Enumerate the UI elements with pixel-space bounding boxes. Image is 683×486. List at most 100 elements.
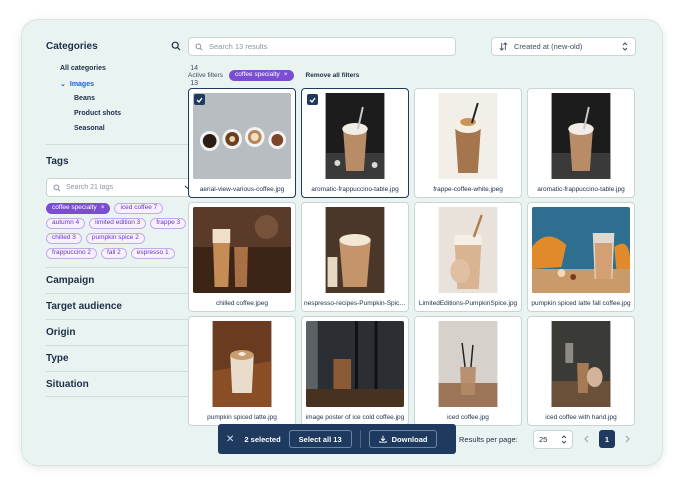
- tag-chip[interactable]: frappuccino 2: [46, 248, 98, 259]
- asset-thumbnail: [532, 207, 630, 293]
- tag-chip[interactable]: frappe 3: [150, 218, 187, 229]
- tag-search-placeholder: Search 21 tags: [66, 184, 114, 191]
- asset-card[interactable]: LimitedEditions-PumpkinSpice.jpg: [414, 202, 522, 312]
- results-per-page-label: Results per page:: [459, 434, 518, 444]
- asset-card[interactable]: iced coffee.jpg: [414, 316, 522, 426]
- asset-thumbnail: [419, 321, 517, 407]
- tag-chip[interactable]: chilled 3: [46, 233, 82, 244]
- remove-all-filters-link[interactable]: Remove all filters: [306, 72, 360, 79]
- chevron-down-icon[interactable]: ⌄: [60, 81, 66, 88]
- asset-filename: aromatic-frappuccino-table.jpg: [537, 186, 625, 193]
- results-search-input[interactable]: Search 13 results: [188, 37, 456, 56]
- category-item-beans[interactable]: Beans 1: [46, 91, 198, 106]
- asset-filename: aerial-view-various-coffee.jpg: [199, 186, 285, 193]
- category-label: Seasonal: [74, 125, 105, 132]
- asset-thumbnail: [532, 93, 630, 179]
- category-item-all[interactable]: All categories 14: [46, 61, 198, 76]
- close-icon[interactable]: ×: [284, 71, 288, 79]
- close-icon[interactable]: ✕: [226, 434, 234, 445]
- rpp-value: 25: [539, 435, 548, 444]
- asset-card[interactable]: nespresso-recipes-Pumpkin-Spice.jpg: [301, 202, 409, 312]
- pagination: 1: [578, 430, 636, 448]
- divider: [46, 144, 198, 145]
- checkbox-checked-icon[interactable]: [194, 94, 205, 105]
- select-all-label: Select all 13: [298, 434, 342, 444]
- tag-chip[interactable]: limited edition 3: [89, 218, 147, 229]
- asset-card[interactable]: iced coffee with hand.jpg: [527, 316, 635, 426]
- asset-thumbnail: [306, 93, 404, 179]
- download-label: Download: [391, 434, 428, 444]
- asset-filename: image poster of ice cold coffee.jpg: [305, 414, 405, 421]
- asset-filename: chilled coffee.jpeg: [216, 300, 268, 307]
- collapsed-filter-sections: Campaign Target audience Origin Type Sit…: [46, 267, 198, 397]
- asset-card[interactable]: image poster of ice cold coffee.jpg: [301, 316, 409, 426]
- download-button[interactable]: Download: [368, 430, 438, 448]
- asset-card[interactable]: pumpkin spiced latte fall coffee.jpg: [527, 202, 635, 312]
- page-button-current[interactable]: 1: [599, 430, 615, 448]
- sort-select[interactable]: Created at (new-old): [491, 37, 636, 56]
- asset-thumbnail: [532, 321, 630, 407]
- tags-header[interactable]: Tags: [46, 153, 198, 169]
- categories-header[interactable]: Categories: [46, 38, 198, 54]
- asset-card[interactable]: pumpkin spiced latte.jpg: [188, 316, 296, 426]
- chevron-right-icon: [625, 435, 630, 443]
- checkbox-checked-icon[interactable]: [307, 94, 318, 105]
- next-page-button[interactable]: [620, 430, 636, 448]
- filter-section-campaign[interactable]: Campaign: [46, 267, 198, 293]
- filter-section-origin[interactable]: Origin: [46, 319, 198, 345]
- categories-title: Categories: [46, 40, 98, 52]
- results-per-page-select[interactable]: 25: [533, 430, 573, 449]
- category-label: All categories: [60, 65, 106, 72]
- asset-thumbnail: [419, 93, 517, 179]
- asset-card[interactable]: aromatic-frappuccino-table.jpg: [301, 88, 409, 198]
- asset-filename: aromatic-frappuccino-table.jpg: [311, 186, 399, 193]
- section-title: Target audience: [46, 301, 122, 312]
- sort-icon: [499, 42, 508, 51]
- section-title: Type: [46, 353, 69, 364]
- tag-search-input[interactable]: Search 21 tags: [46, 178, 198, 197]
- filter-section-target-audience[interactable]: Target audience: [46, 293, 198, 319]
- search-placeholder: Search 13 results: [209, 42, 268, 51]
- asset-thumbnail: [193, 207, 291, 293]
- tag-chip[interactable]: espresso 1: [130, 248, 175, 259]
- asset-thumbnail: [193, 321, 291, 407]
- tags-title: Tags: [46, 155, 69, 167]
- tag-chip[interactable]: autumn 4: [46, 218, 86, 229]
- asset-thumbnail: [306, 321, 404, 407]
- filter-sidebar: Categories All categories 14 ⌄ Images 13 …: [46, 38, 198, 397]
- asset-card[interactable]: aerial-view-various-coffee.jpg: [188, 88, 296, 198]
- asset-filename: pumpkin spiced latte.jpg: [207, 414, 277, 421]
- active-filter-chip[interactable]: coffee specialty ×: [229, 69, 294, 81]
- select-arrows-icon: [561, 435, 567, 444]
- tag-chip-active[interactable]: coffee specialty ×: [46, 203, 111, 214]
- asset-thumbnail: [193, 93, 291, 179]
- selected-count: 2 selected: [244, 434, 281, 444]
- tag-chip-label: coffee specialty: [52, 204, 97, 212]
- asset-filename: nespresso-recipes-Pumpkin-Spice.jpg: [304, 300, 406, 307]
- category-item-images[interactable]: ⌄ Images 13: [46, 76, 198, 91]
- asset-filename: frappe-coffee-white.jpeg: [433, 186, 503, 193]
- asset-filename: iced coffee with hand.jpg: [545, 414, 617, 421]
- category-item-product-shots[interactable]: Product shots 9: [46, 106, 198, 121]
- active-filter-label: coffee specialty: [235, 70, 280, 78]
- select-all-button[interactable]: Select all 13: [288, 430, 352, 448]
- section-title: Campaign: [46, 275, 95, 286]
- asset-card[interactable]: chilled coffee.jpeg: [188, 202, 296, 312]
- category-item-seasonal[interactable]: Seasonal 6: [46, 121, 198, 136]
- search-icon: [195, 42, 203, 51]
- chevron-left-icon: [584, 435, 589, 443]
- category-count: 13: [190, 80, 198, 87]
- search-icon[interactable]: [171, 41, 181, 51]
- filter-section-type[interactable]: Type: [46, 345, 198, 371]
- asset-card[interactable]: frappe-coffee-white.jpeg: [414, 88, 522, 198]
- tag-chip[interactable]: pumpkin spice 2: [85, 233, 145, 244]
- asset-card[interactable]: aromatic-frappuccino-table.jpg: [527, 88, 635, 198]
- filter-section-situation[interactable]: Situation: [46, 371, 198, 397]
- prev-page-button[interactable]: [578, 430, 594, 448]
- category-label: Product shots: [74, 110, 122, 117]
- tag-chip[interactable]: fall 2: [101, 248, 127, 259]
- close-icon[interactable]: ×: [101, 205, 105, 212]
- app-window: Categories All categories 14 ⌄ Images 13 …: [22, 20, 662, 465]
- tag-chip[interactable]: iced coffee 7: [114, 203, 164, 214]
- asset-thumbnail: [306, 207, 404, 293]
